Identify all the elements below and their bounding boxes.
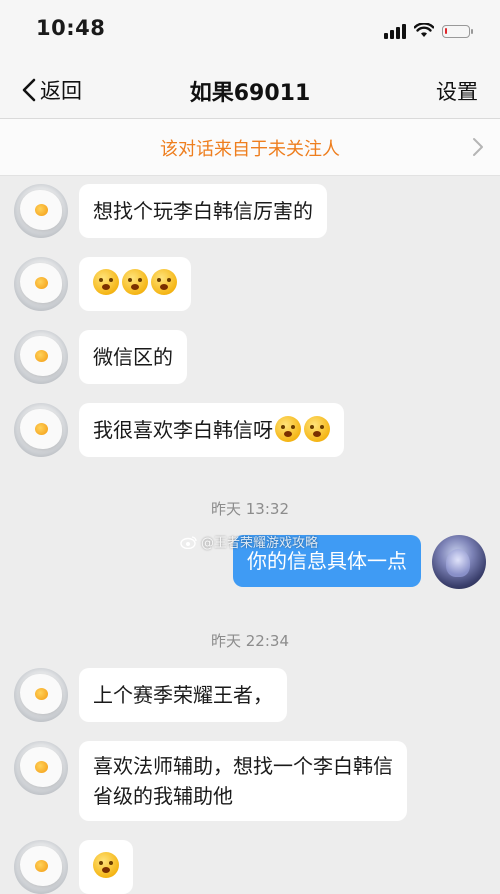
notice-text: 该对话来自于未关注人 <box>160 139 340 160</box>
status-time: 10:48 <box>36 16 106 40</box>
settings-button[interactable]: 设置 <box>436 76 478 106</box>
message-row: 微信区的 <box>14 330 187 384</box>
contact-avatar[interactable] <box>14 741 68 795</box>
contact-avatar[interactable] <box>14 257 68 311</box>
emoji-icon <box>93 852 119 878</box>
battery-level <box>445 27 447 34</box>
message-line: 喜欢法师辅助，想找一个李白韩信 <box>93 754 393 778</box>
contact-avatar[interactable] <box>14 330 68 384</box>
timestamp: 昨天 13:32 <box>211 500 289 518</box>
weibo-logo-icon <box>180 535 197 549</box>
wifi-icon <box>414 23 434 37</box>
message-bubble[interactable]: 上个赛季荣耀王者， <box>79 668 287 722</box>
battery-icon <box>442 24 473 38</box>
scared-emoji-icon <box>151 269 177 295</box>
nav-bar: 返回 如果69011 设置 <box>0 62 500 119</box>
my-avatar[interactable] <box>432 535 486 589</box>
message-line: 省级的我辅助他 <box>93 784 233 808</box>
message-bubble[interactable] <box>79 257 191 311</box>
stranger-notice-banner[interactable]: 该对话来自于未关注人 <box>0 119 500 176</box>
message-bubble[interactable] <box>79 840 133 894</box>
message-row <box>14 257 191 311</box>
message-row <box>14 840 133 894</box>
message-row: 想找个玩李白韩信厉害的 <box>14 184 327 238</box>
status-bar: 10:48 <box>0 0 500 62</box>
scared-emoji-icon <box>122 269 148 295</box>
message-row: 喜欢法师辅助，想找一个李白韩信 省级的我辅助他 <box>14 741 407 821</box>
message-row: 上个赛季荣耀王者， <box>14 668 287 722</box>
message-bubble[interactable]: 微信区的 <box>79 330 187 384</box>
weibo-watermark: @王者荣耀游戏攻略 <box>180 532 318 551</box>
timestamp: 昨天 22:34 <box>211 632 289 650</box>
scared-emoji-icon <box>93 269 119 295</box>
message-row: 我很喜欢李白韩信呀 <box>14 403 344 457</box>
contact-avatar[interactable] <box>14 403 68 457</box>
contact-avatar[interactable] <box>14 184 68 238</box>
conversation-title: 如果69011 <box>189 81 311 106</box>
shy-emoji-icon <box>275 416 301 442</box>
message-bubble[interactable]: 我很喜欢李白韩信呀 <box>79 403 344 457</box>
contact-avatar[interactable] <box>14 840 68 894</box>
watermark-text: @王者荣耀游戏攻略 <box>201 536 319 551</box>
message-bubble[interactable]: 想找个玩李白韩信厉害的 <box>79 184 327 238</box>
message-bubble[interactable]: 喜欢法师辅助，想找一个李白韩信 省级的我辅助他 <box>79 741 407 821</box>
contact-avatar[interactable] <box>14 668 68 722</box>
status-icons <box>384 20 473 42</box>
chevron-right-icon <box>473 138 483 156</box>
shy-emoji-icon <box>304 416 330 442</box>
cellular-signal-icon <box>384 23 406 39</box>
message-text: 我很喜欢李白韩信呀 <box>93 418 273 442</box>
